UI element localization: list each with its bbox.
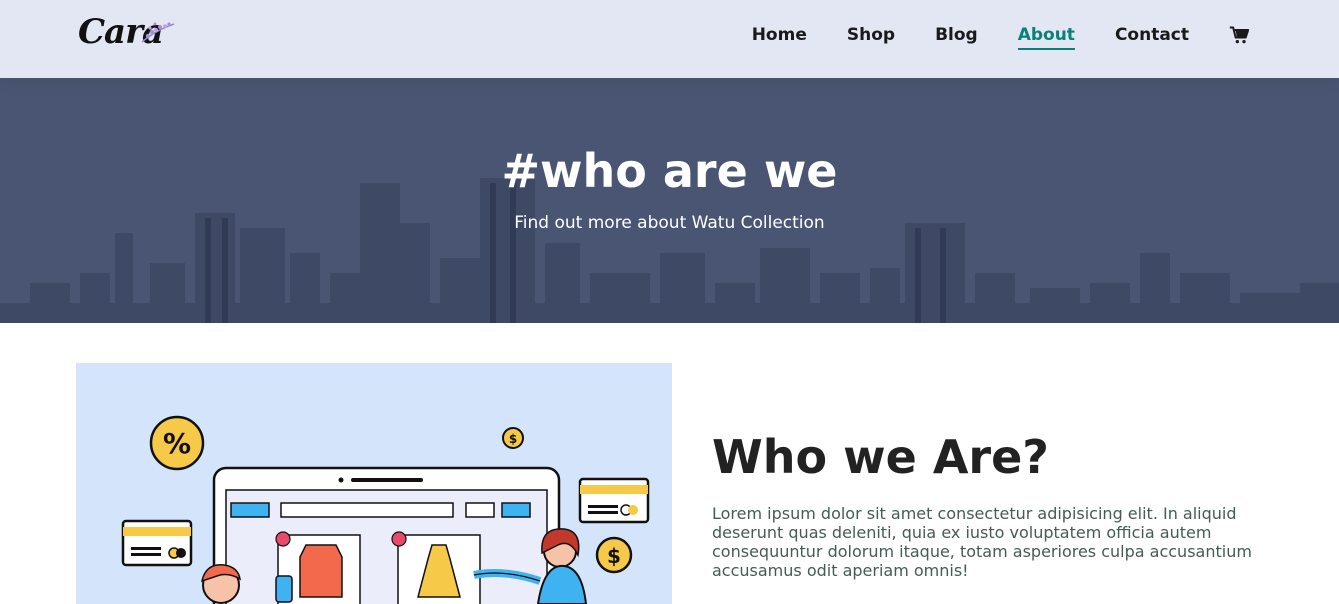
main-nav: Home Shop Blog About Contact: [712, 0, 1249, 70]
svg-text:$: $: [607, 544, 621, 568]
online-shopping-graphic: % $ $: [121, 415, 650, 604]
lavender-sprig-icon: [141, 22, 175, 43]
hero-title: #who are we: [501, 144, 838, 198]
credit-card-left-icon: [121, 519, 193, 567]
nav-blog[interactable]: Blog: [935, 25, 978, 45]
laptop-screen: [212, 466, 561, 604]
about-title: Who we Are?: [712, 430, 1049, 484]
nav-shop[interactable]: Shop: [847, 25, 895, 45]
nav-about[interactable]: About: [1017, 25, 1076, 50]
logo[interactable]: Cara: [78, 12, 178, 54]
online-shopping-illustration: % $ $: [76, 363, 672, 604]
credit-card-right-icon: [578, 477, 650, 524]
hero-subtitle: Find out more about Watu Collection: [514, 213, 825, 233]
about-paragraph: Lorem ipsum dolor sit amet consectetur a…: [712, 504, 1252, 580]
nav-contact[interactable]: Contact: [1115, 25, 1189, 45]
svg-text:%: %: [163, 427, 191, 460]
cart-icon[interactable]: [1229, 25, 1249, 45]
page-hero: #who are we Find out more about Watu Col…: [0, 78, 1339, 323]
nav-home[interactable]: Home: [752, 25, 807, 45]
site-header: Cara Home Shop Blog About Contact: [0, 0, 1339, 78]
svg-text:$: $: [509, 432, 517, 446]
